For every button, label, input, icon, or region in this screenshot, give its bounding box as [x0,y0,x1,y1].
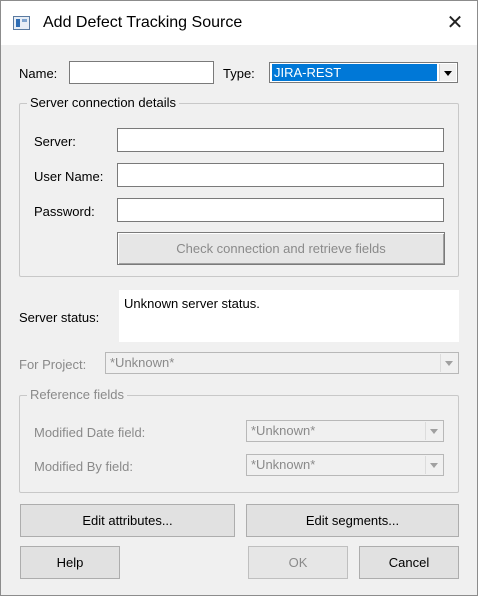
ok-button[interactable]: OK [248,546,348,579]
server-connection-legend: Server connection details [27,95,179,110]
username-input[interactable] [117,163,444,187]
edit-segments-button[interactable]: Edit segments... [246,504,459,537]
project-select-value: *Unknown* [110,355,175,370]
server-status-label: Server status: [19,310,100,325]
modified-date-value: *Unknown* [251,423,316,438]
server-label: Server: [34,134,76,149]
modified-by-value: *Unknown* [251,457,316,472]
project-select: *Unknown* [105,352,459,374]
edit-attributes-button[interactable]: Edit attributes... [20,504,235,537]
password-label: Password: [34,204,95,219]
server-status-box: Unknown server status. [119,290,459,342]
chevron-down-icon [425,456,442,474]
modified-by-label: Modified By field: [34,459,133,474]
cancel-button[interactable]: Cancel [359,546,459,579]
username-label: User Name: [34,169,104,184]
modified-date-select: *Unknown* [246,420,444,442]
dialog-title: Add Defect Tracking Source [43,14,243,31]
reference-fields-legend: Reference fields [27,387,127,402]
app-icon [13,16,30,30]
dialog-window: Add Defect Tracking Source ✕ Name: Type:… [0,0,478,596]
server-input[interactable] [117,128,444,152]
project-label: For Project: [19,357,87,372]
chevron-down-icon [425,422,442,440]
chevron-down-icon[interactable] [439,64,456,81]
type-label: Type: [223,66,255,81]
check-connection-button[interactable]: Check connection and retrieve fields [117,232,445,265]
close-icon[interactable]: ✕ [441,9,469,37]
help-button[interactable]: Help [20,546,120,579]
type-select[interactable]: JIRA-REST [269,62,458,83]
password-input[interactable] [117,198,444,222]
title-bar[interactable]: Add Defect Tracking Source ✕ [1,1,477,45]
chevron-down-icon [440,354,457,372]
name-label: Name: [19,66,58,81]
modified-date-label: Modified Date field: [34,425,146,440]
type-select-value: JIRA-REST [272,64,437,81]
modified-by-select: *Unknown* [246,454,444,476]
server-status-text: Unknown server status. [124,296,260,311]
name-input[interactable] [69,61,214,84]
reference-fields-group [19,395,459,493]
